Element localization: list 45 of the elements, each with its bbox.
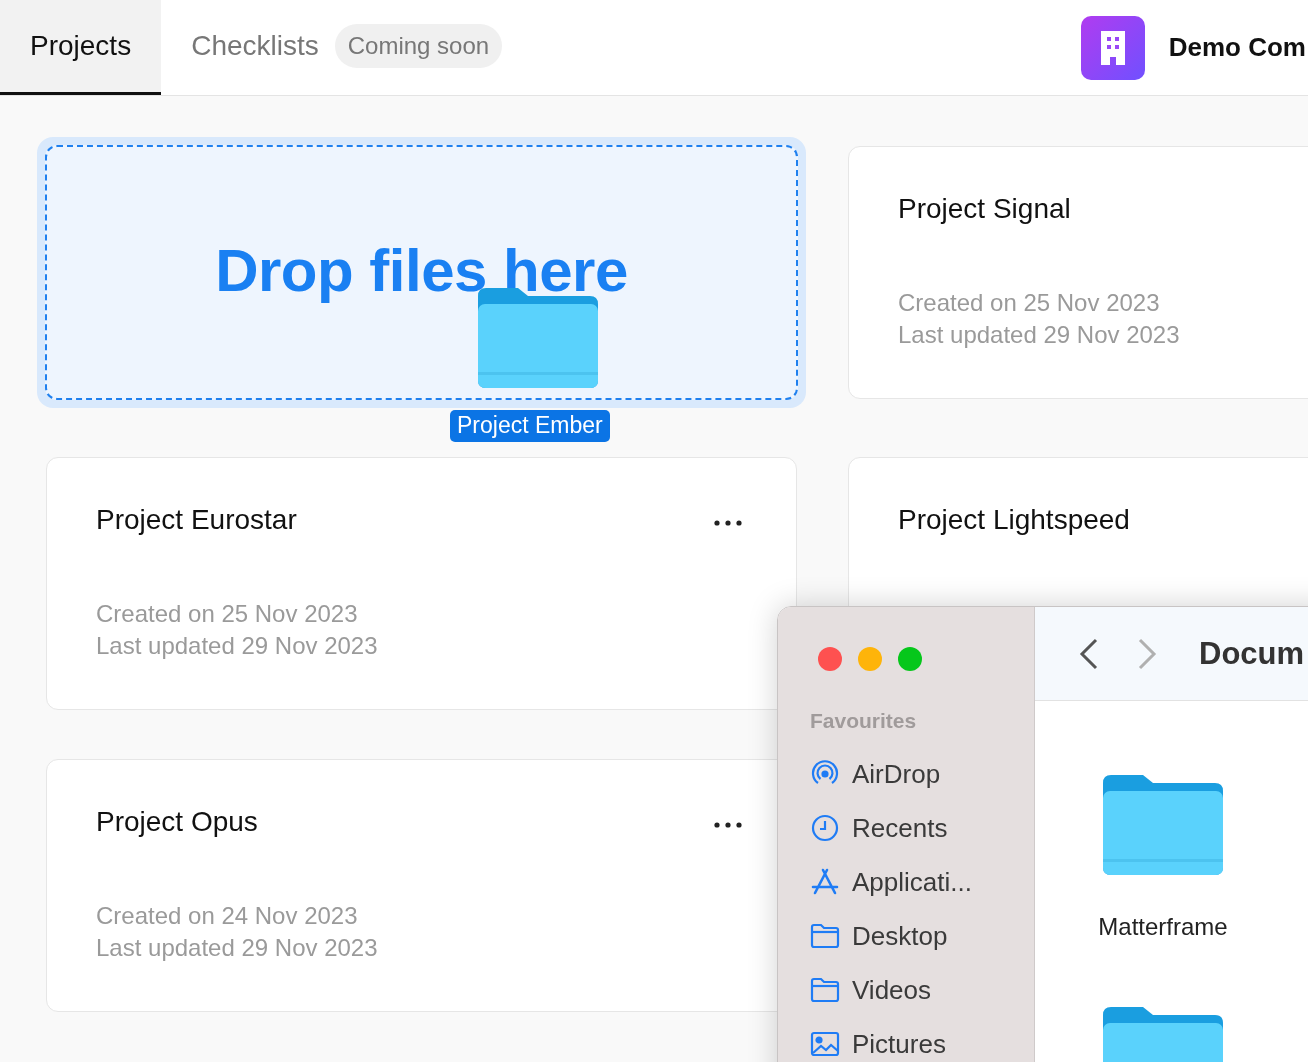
sidebar-item-label: Pictures [852,1028,946,1060]
drop-zone[interactable]: Drop files here [37,137,806,408]
sidebar-heading: Favourites [810,709,918,733]
dragged-item-label: Project Ember [450,410,610,442]
company-avatar[interactable] [1080,15,1145,80]
coming-soon-badge: Coming soon [334,24,503,68]
more-icon[interactable] [714,520,742,526]
project-title: Project Lightspeed [898,504,1130,536]
window-control-icon[interactable] [818,647,842,671]
sidebar-item-label: Applicati... [852,866,972,898]
folder-title: Docum [1199,635,1305,672]
company-name[interactable]: Demo Com [1168,32,1306,63]
created-date: Created on 25 Nov 2023 [96,599,358,629]
more-icon[interactable] [714,822,742,828]
sidebar-item[interactable]: Desktop [810,909,1034,963]
app-store-icon [810,867,840,897]
project-title: Project Eurostar [96,504,297,536]
photo-icon [810,1031,840,1057]
project-title: Project Opus [96,806,258,838]
sidebar-item[interactable]: AirDrop [810,747,1034,801]
folder-icon [1103,775,1223,875]
created-date: Created on 25 Nov 2023 [898,288,1160,318]
sidebar-item[interactable]: Recents [810,801,1034,855]
sidebar-item-label: AirDrop [852,758,941,790]
created-date: Created on 24 Nov 2023 [96,901,358,931]
updated-date: Last updated 29 Nov 2023 [96,631,378,661]
sidebar-item-label: Recents [852,812,948,844]
folder-icon [810,977,840,1003]
project-title: Project Signal [898,193,1071,225]
project-card[interactable]: Project Eurostar Created on 25 Nov 2023 Last updated 29 Nov 2023 [46,457,797,710]
sidebar-item-label: Desktop [852,920,948,952]
updated-date: Last updated 29 Nov 2023 [96,933,378,963]
folder-name: Matterframe [1098,913,1228,941]
back-icon[interactable] [1079,637,1099,670]
project-card[interactable]: Project Signal Created on 25 Nov 2023 Last updated 29 Nov 2023 [848,146,1308,399]
sidebar-item-label: Videos [852,974,932,1006]
sidebar-item[interactable]: Pictures [810,1017,1034,1062]
tab[interactable]: Checklists Coming soon [161,0,533,95]
sidebar-item[interactable]: Applicati... [810,855,1034,909]
clock-icon [810,813,840,843]
drop-zone-title: Drop files here [215,236,628,305]
updated-date: Last updated 29 Nov 2023 [898,320,1180,350]
folder-icon [810,923,840,949]
sidebar-item[interactable]: Videos [810,963,1034,1017]
tab[interactable]: Projects [0,0,162,95]
